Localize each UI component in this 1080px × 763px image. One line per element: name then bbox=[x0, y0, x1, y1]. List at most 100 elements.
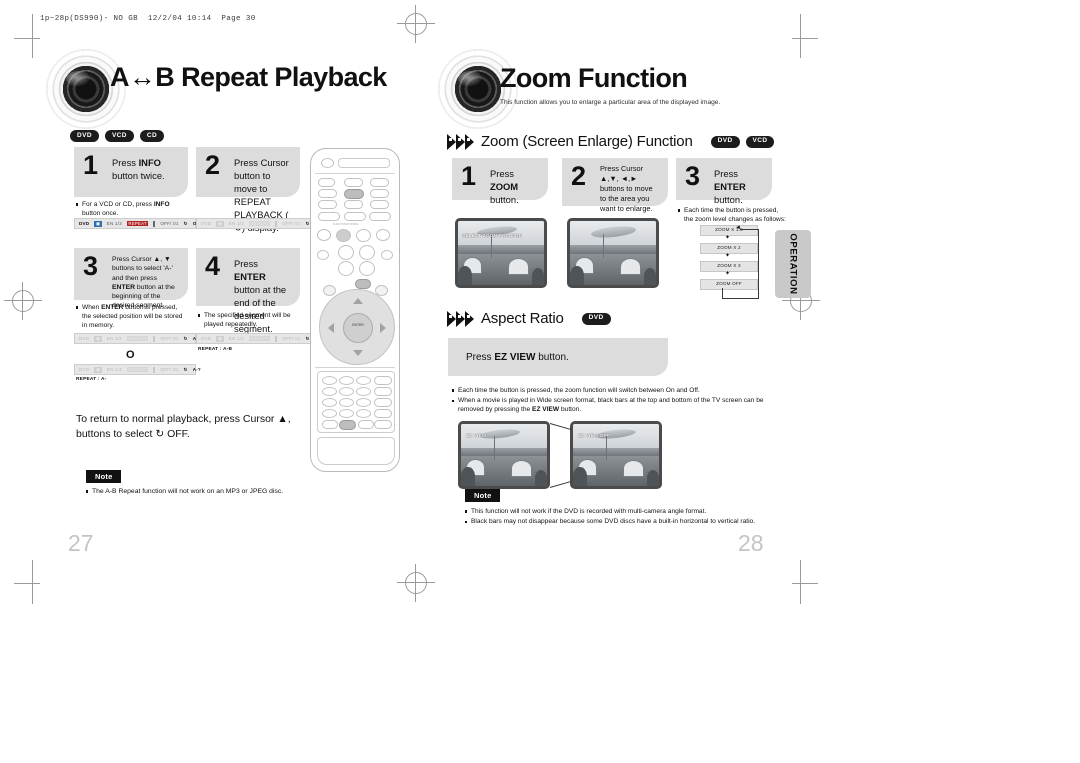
left-page-title: A↔B Repeat Playback bbox=[110, 62, 387, 92]
subhead-aspect-ratio: Aspect Ratio DVD bbox=[447, 310, 611, 327]
crop-mark-left-horizontal bbox=[14, 38, 40, 39]
osd-cell: OFF/ 01 bbox=[282, 221, 301, 226]
remote-divider-2 bbox=[315, 367, 395, 368]
operation-tab-label: OPERATION bbox=[787, 233, 799, 295]
remote-keypad-area bbox=[317, 371, 395, 433]
cursor-up-icon[interactable] bbox=[353, 298, 363, 304]
registration-mark-left bbox=[4, 282, 42, 320]
osd-repeat-icon: ↻ bbox=[183, 366, 188, 372]
step-text: Press ZOOM button. bbox=[490, 168, 519, 205]
remote-button-channel-down bbox=[359, 261, 375, 276]
remote-button-return bbox=[370, 189, 389, 198]
remote-button-prog bbox=[318, 212, 340, 221]
remote-button-enter-highlight[interactable] bbox=[355, 279, 371, 289]
zoom-loop-line-top bbox=[740, 229, 759, 230]
remote-cursor-pad[interactable]: ENTER bbox=[319, 289, 395, 365]
bullet: This function will not work if the DVD i… bbox=[465, 507, 795, 516]
remote-button-info[interactable] bbox=[344, 200, 363, 209]
tv-screen-select-zoom-position: SELECT ZOOM POSITION bbox=[455, 218, 547, 288]
subhead-badges: DVD VCD bbox=[710, 135, 775, 148]
right-page-number: 28 bbox=[738, 530, 764, 556]
step-number: 3 bbox=[685, 161, 701, 191]
right-note-bullets: This function will not work if the DVD i… bbox=[465, 507, 795, 527]
osd-square-icon bbox=[153, 220, 156, 227]
remote-power-button bbox=[321, 158, 334, 168]
left-step-1-bullets: For a VCD or CD, press INFO button once. bbox=[76, 200, 188, 219]
remote-button-dimmer bbox=[317, 250, 329, 260]
step-text: Press INFO button twice. bbox=[112, 157, 165, 181]
osd-repeat-icon: ↻ bbox=[183, 335, 188, 341]
zoom-loop-arrowhead: ◄ bbox=[735, 225, 741, 231]
aspect-ratio-step: Press EZ VIEW button. bbox=[448, 338, 668, 376]
osd-cell: DVD bbox=[79, 367, 90, 372]
osd-bar-3: DVD ▣ EN 1/3 REPEAT OFF/ 01 ↻ A- bbox=[74, 333, 198, 344]
step-3-circle-marker: O bbox=[126, 349, 135, 361]
subhead-badges: DVD bbox=[581, 312, 611, 325]
bullet: For a VCD or CD, press INFO button once. bbox=[76, 200, 188, 218]
remote-button-sleep bbox=[318, 189, 337, 198]
remote-key-p-scan bbox=[374, 420, 392, 429]
osd-chip: ▣ bbox=[216, 220, 224, 227]
osd-bar-1: DVD ▣ EN 1/3 REPEAT OFF/ 01 ↻ OFF bbox=[74, 218, 202, 229]
remote-button-tune-minus bbox=[344, 212, 366, 221]
repeat-label-a: REPEAT : A- bbox=[76, 377, 107, 382]
osd-chip: ▣ bbox=[94, 335, 102, 342]
zoom-step-3: 3 Press ENTER button. bbox=[676, 158, 772, 205]
tv-bush-left bbox=[461, 467, 475, 486]
remote-button-tune-plus bbox=[369, 212, 391, 221]
tv-umbrella-pole bbox=[493, 436, 496, 460]
cursor-left-icon[interactable] bbox=[328, 323, 334, 333]
tv-osd-label: EZ VIEW bbox=[466, 433, 487, 439]
remote-button-direct bbox=[318, 200, 337, 209]
remote-button-stop bbox=[336, 229, 351, 242]
tv-screen-content: EZ VIEW OFF bbox=[573, 424, 659, 486]
tv-bush-right bbox=[643, 268, 656, 285]
remote-key-9 bbox=[356, 398, 371, 407]
remote-key-8 bbox=[339, 398, 354, 407]
zoom-ladder-arrow-1: ✦ bbox=[725, 235, 731, 241]
remote-button-menu bbox=[370, 200, 389, 209]
remote-key-6 bbox=[356, 387, 371, 396]
osd-cell: DVD bbox=[201, 221, 212, 226]
right-page-title: Zoom Function bbox=[500, 63, 688, 93]
zoom-ladder-arrow-2: ✦ bbox=[725, 253, 731, 259]
remote-button-zoom-highlight[interactable] bbox=[344, 189, 364, 199]
remote-key-5 bbox=[339, 387, 354, 396]
step-number: 2 bbox=[571, 161, 587, 191]
osd-cell: REPEAT bbox=[126, 336, 149, 341]
remote-button-tuner bbox=[370, 178, 389, 187]
subhead-label: Aspect Ratio bbox=[481, 310, 564, 327]
tv-bush-left bbox=[570, 265, 584, 285]
tv-sea bbox=[570, 245, 656, 254]
remote-control-illustration: FUNCTION/TUNING ENTER bbox=[310, 148, 400, 472]
zoom-loop-line-down bbox=[722, 288, 723, 299]
remote-enter-button[interactable]: ENTER bbox=[343, 313, 373, 343]
remote-key-7 bbox=[322, 398, 337, 407]
tv-screen-content: EZ VIEW bbox=[461, 424, 547, 486]
osd-square-icon bbox=[153, 335, 156, 342]
tv-connector-top bbox=[549, 423, 572, 431]
zoom-step-2: 2 Press Cursor ▲,▼, ◄,► buttons to move … bbox=[562, 158, 668, 213]
remote-key-2 bbox=[339, 376, 354, 385]
tv-screen-ez-view-off: EZ VIEW OFF bbox=[570, 421, 662, 489]
cursor-down-icon[interactable] bbox=[353, 350, 363, 356]
remote-display-window bbox=[338, 158, 390, 168]
disc-glint bbox=[458, 70, 483, 88]
badge-vcd: VCD bbox=[104, 130, 134, 142]
left-footer-text: To return to normal playback, press Curs… bbox=[76, 413, 291, 440]
bullet: Black bars may not disappear because som… bbox=[465, 517, 795, 526]
remote-button-open-close bbox=[318, 178, 335, 187]
cursor-right-icon[interactable] bbox=[380, 323, 386, 333]
remote-button-ez-view-highlight[interactable] bbox=[339, 420, 356, 430]
remote-key-dsp bbox=[358, 420, 374, 429]
osd-cell: OFF/ 01 bbox=[160, 367, 179, 372]
osd-cell: OFF/ 01 bbox=[160, 336, 179, 341]
osd-cell: DVD bbox=[79, 336, 90, 341]
zoom-loop-line-vertical bbox=[758, 229, 759, 299]
osd-cell: REPEAT bbox=[248, 221, 271, 226]
osd-chip: ▣ bbox=[216, 335, 224, 342]
remote-key-sfe bbox=[374, 409, 392, 418]
badge-vcd: VCD bbox=[745, 135, 775, 148]
left-step-4-bullets: The specified segment will be played rep… bbox=[198, 311, 310, 330]
left-step-1: 1 Press INFO button twice. bbox=[74, 147, 188, 197]
